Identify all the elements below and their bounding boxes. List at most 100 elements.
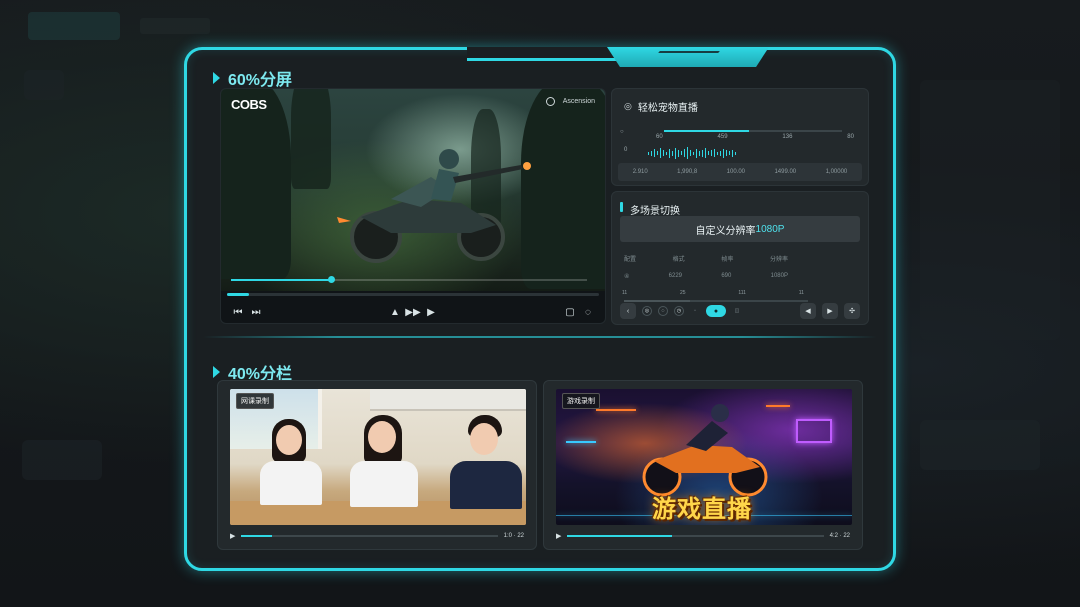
play-icon[interactable]: ▶ xyxy=(556,532,561,540)
student-figure xyxy=(448,415,526,519)
stat-value: 1499.00 xyxy=(774,169,797,175)
game-record-card[interactable]: 游戏直播 游戏录制 ▶ 4:2 · 22 xyxy=(543,380,863,550)
resolution-value: 1080P xyxy=(755,223,785,235)
main-progress-fill xyxy=(227,293,250,296)
grid-header: 分辨率 xyxy=(769,257,788,263)
online-class-controls: ▶ 1:0 · 22 xyxy=(230,529,524,543)
main-video-panel[interactable]: COBS Ascension ⏮ ⏭ ▲ ▶▶ ▶ ▢ ◌ xyxy=(220,88,606,324)
game-record-progress[interactable] xyxy=(567,535,824,537)
split-screen-frame: 60%分屏 COBS Ascension ⏮ ⏭ ▲ ▶▶ ▶ ▢ ◌ ◎ 轻松… xyxy=(184,47,896,571)
track-label: 11 xyxy=(798,290,804,296)
waveform-bar xyxy=(708,151,709,155)
grid-value: 690 xyxy=(721,273,732,279)
section-arrow-icon xyxy=(213,72,220,84)
neon-light xyxy=(796,419,832,443)
play-icon[interactable]: ▶ xyxy=(230,532,235,540)
waveform-bar xyxy=(663,150,664,156)
top-section-label: 60%分屏 xyxy=(228,72,293,89)
scene-option-icon[interactable]: ◌ xyxy=(658,306,668,316)
scene-option-icon[interactable]: ◫ xyxy=(732,303,742,319)
game-video-preview[interactable]: COBS Ascension xyxy=(221,89,605,291)
pet-live-panel: ◎ 轻松宠物直播 ○ 60 459 136 80 0 2.910 1,990,8… xyxy=(611,88,869,186)
previous-icon[interactable]: ⏮ xyxy=(229,307,247,318)
scene-settings-grid: 配置 格式 帧率 分辨率 ④ 6229 690 1080P xyxy=(624,254,788,290)
section-arrow-icon xyxy=(213,366,220,378)
waveform-bar xyxy=(684,149,685,157)
waveform-bar xyxy=(666,151,667,155)
online-class-card[interactable]: 网课录制 ▶ 1:0 · 22 xyxy=(217,380,537,550)
scrub-knob[interactable] xyxy=(327,276,335,283)
next-scene-icon[interactable]: ▶ xyxy=(822,303,838,319)
tree-shape xyxy=(521,89,605,289)
waveform-bar xyxy=(681,151,682,155)
waveform-bar xyxy=(693,151,694,155)
active-scene-toggle[interactable]: ● xyxy=(706,305,726,317)
scene-option-icon[interactable]: ▫ xyxy=(690,303,700,319)
speed-icon[interactable]: ▶▶ xyxy=(404,307,422,318)
waveform-bar xyxy=(702,149,703,157)
record-icon[interactable] xyxy=(545,97,555,106)
waveform-bar xyxy=(657,151,658,155)
obs-logo: COBS xyxy=(231,97,267,112)
track-label: 11 xyxy=(622,290,628,296)
stat-value: 100.00 xyxy=(726,169,745,175)
waveform-bar xyxy=(717,151,718,155)
top-section-title: 60%分屏 xyxy=(213,66,292,90)
online-class-progress[interactable] xyxy=(241,535,498,537)
tick-label: 60 xyxy=(656,134,663,140)
volume-icon[interactable]: ▲ xyxy=(386,307,404,318)
grid-value: ④ xyxy=(624,274,630,280)
waveform-bar xyxy=(678,149,679,157)
game-record-time: 4:2 · 22 xyxy=(829,533,850,539)
waveform-bar xyxy=(726,150,727,156)
grid-header: 帧率 xyxy=(721,257,734,263)
neon-light xyxy=(566,441,596,443)
next-icon[interactable]: ⏭ xyxy=(247,307,265,318)
settings-icon[interactable]: ◌ xyxy=(579,307,597,318)
backdrop-panel xyxy=(920,420,1040,470)
grid-value: 6229 xyxy=(668,273,683,279)
waveform-bar xyxy=(714,149,715,157)
shuffle-icon[interactable]: ✣ xyxy=(844,303,860,319)
progress-fill xyxy=(241,535,273,537)
scene-track-labels: 11 25 111 11 xyxy=(622,290,804,296)
chevron-left-icon[interactable]: ‹ xyxy=(620,303,636,319)
slider-tick-labels: 60 459 136 80 xyxy=(656,134,854,140)
waveform-bar xyxy=(729,151,730,155)
waveform-bar xyxy=(735,151,736,155)
video-controls: ⏮ ⏭ ▲ ▶▶ ▶ ▢ ◌ xyxy=(221,301,605,323)
track-label: 111 xyxy=(738,290,746,296)
frame-top-tab xyxy=(607,47,769,67)
live-slider-fill xyxy=(664,130,750,132)
waveform-bar xyxy=(720,150,721,156)
backdrop-panel xyxy=(22,440,102,480)
backdrop-panel xyxy=(24,70,64,100)
scrub-bar[interactable] xyxy=(231,276,587,283)
resolution-selector[interactable]: 自定义分辨率 1080P xyxy=(620,216,860,242)
waveform-bar xyxy=(648,151,649,155)
student-jacket xyxy=(450,461,522,509)
grid-header: 格式 xyxy=(672,257,685,263)
game-record-controls: ▶ 4:2 · 22 xyxy=(556,529,850,543)
student-figure xyxy=(348,415,422,519)
main-progress-bar[interactable] xyxy=(227,293,599,296)
stat-value: 1,00000 xyxy=(825,169,848,175)
waveform-bar xyxy=(660,148,661,158)
waveform-bar xyxy=(690,150,691,156)
student-head xyxy=(276,425,302,455)
tree-shape xyxy=(221,89,291,279)
previous-scene-icon[interactable]: ◀ xyxy=(800,303,816,319)
play-icon[interactable]: ▶ xyxy=(422,307,440,318)
classroom-video-preview[interactable]: 网课录制 xyxy=(230,389,526,525)
waveform-bar xyxy=(672,150,673,156)
live-stats-row: 2.910 1,990,8 100.00 1499.00 1,00000 xyxy=(618,163,862,181)
scene-option-icon[interactable]: ◷ xyxy=(674,306,684,316)
live-slider-track[interactable] xyxy=(664,130,842,132)
caption-icon[interactable]: ▢ xyxy=(561,307,579,318)
scene-option-icon[interactable]: ◎ xyxy=(642,306,652,316)
student-figure xyxy=(258,419,328,519)
game-video-preview[interactable]: 游戏直播 游戏录制 xyxy=(556,389,852,525)
waveform-bar xyxy=(732,149,733,157)
waveform-bar xyxy=(699,150,700,156)
scene-label: 多场景切换 xyxy=(630,206,680,217)
